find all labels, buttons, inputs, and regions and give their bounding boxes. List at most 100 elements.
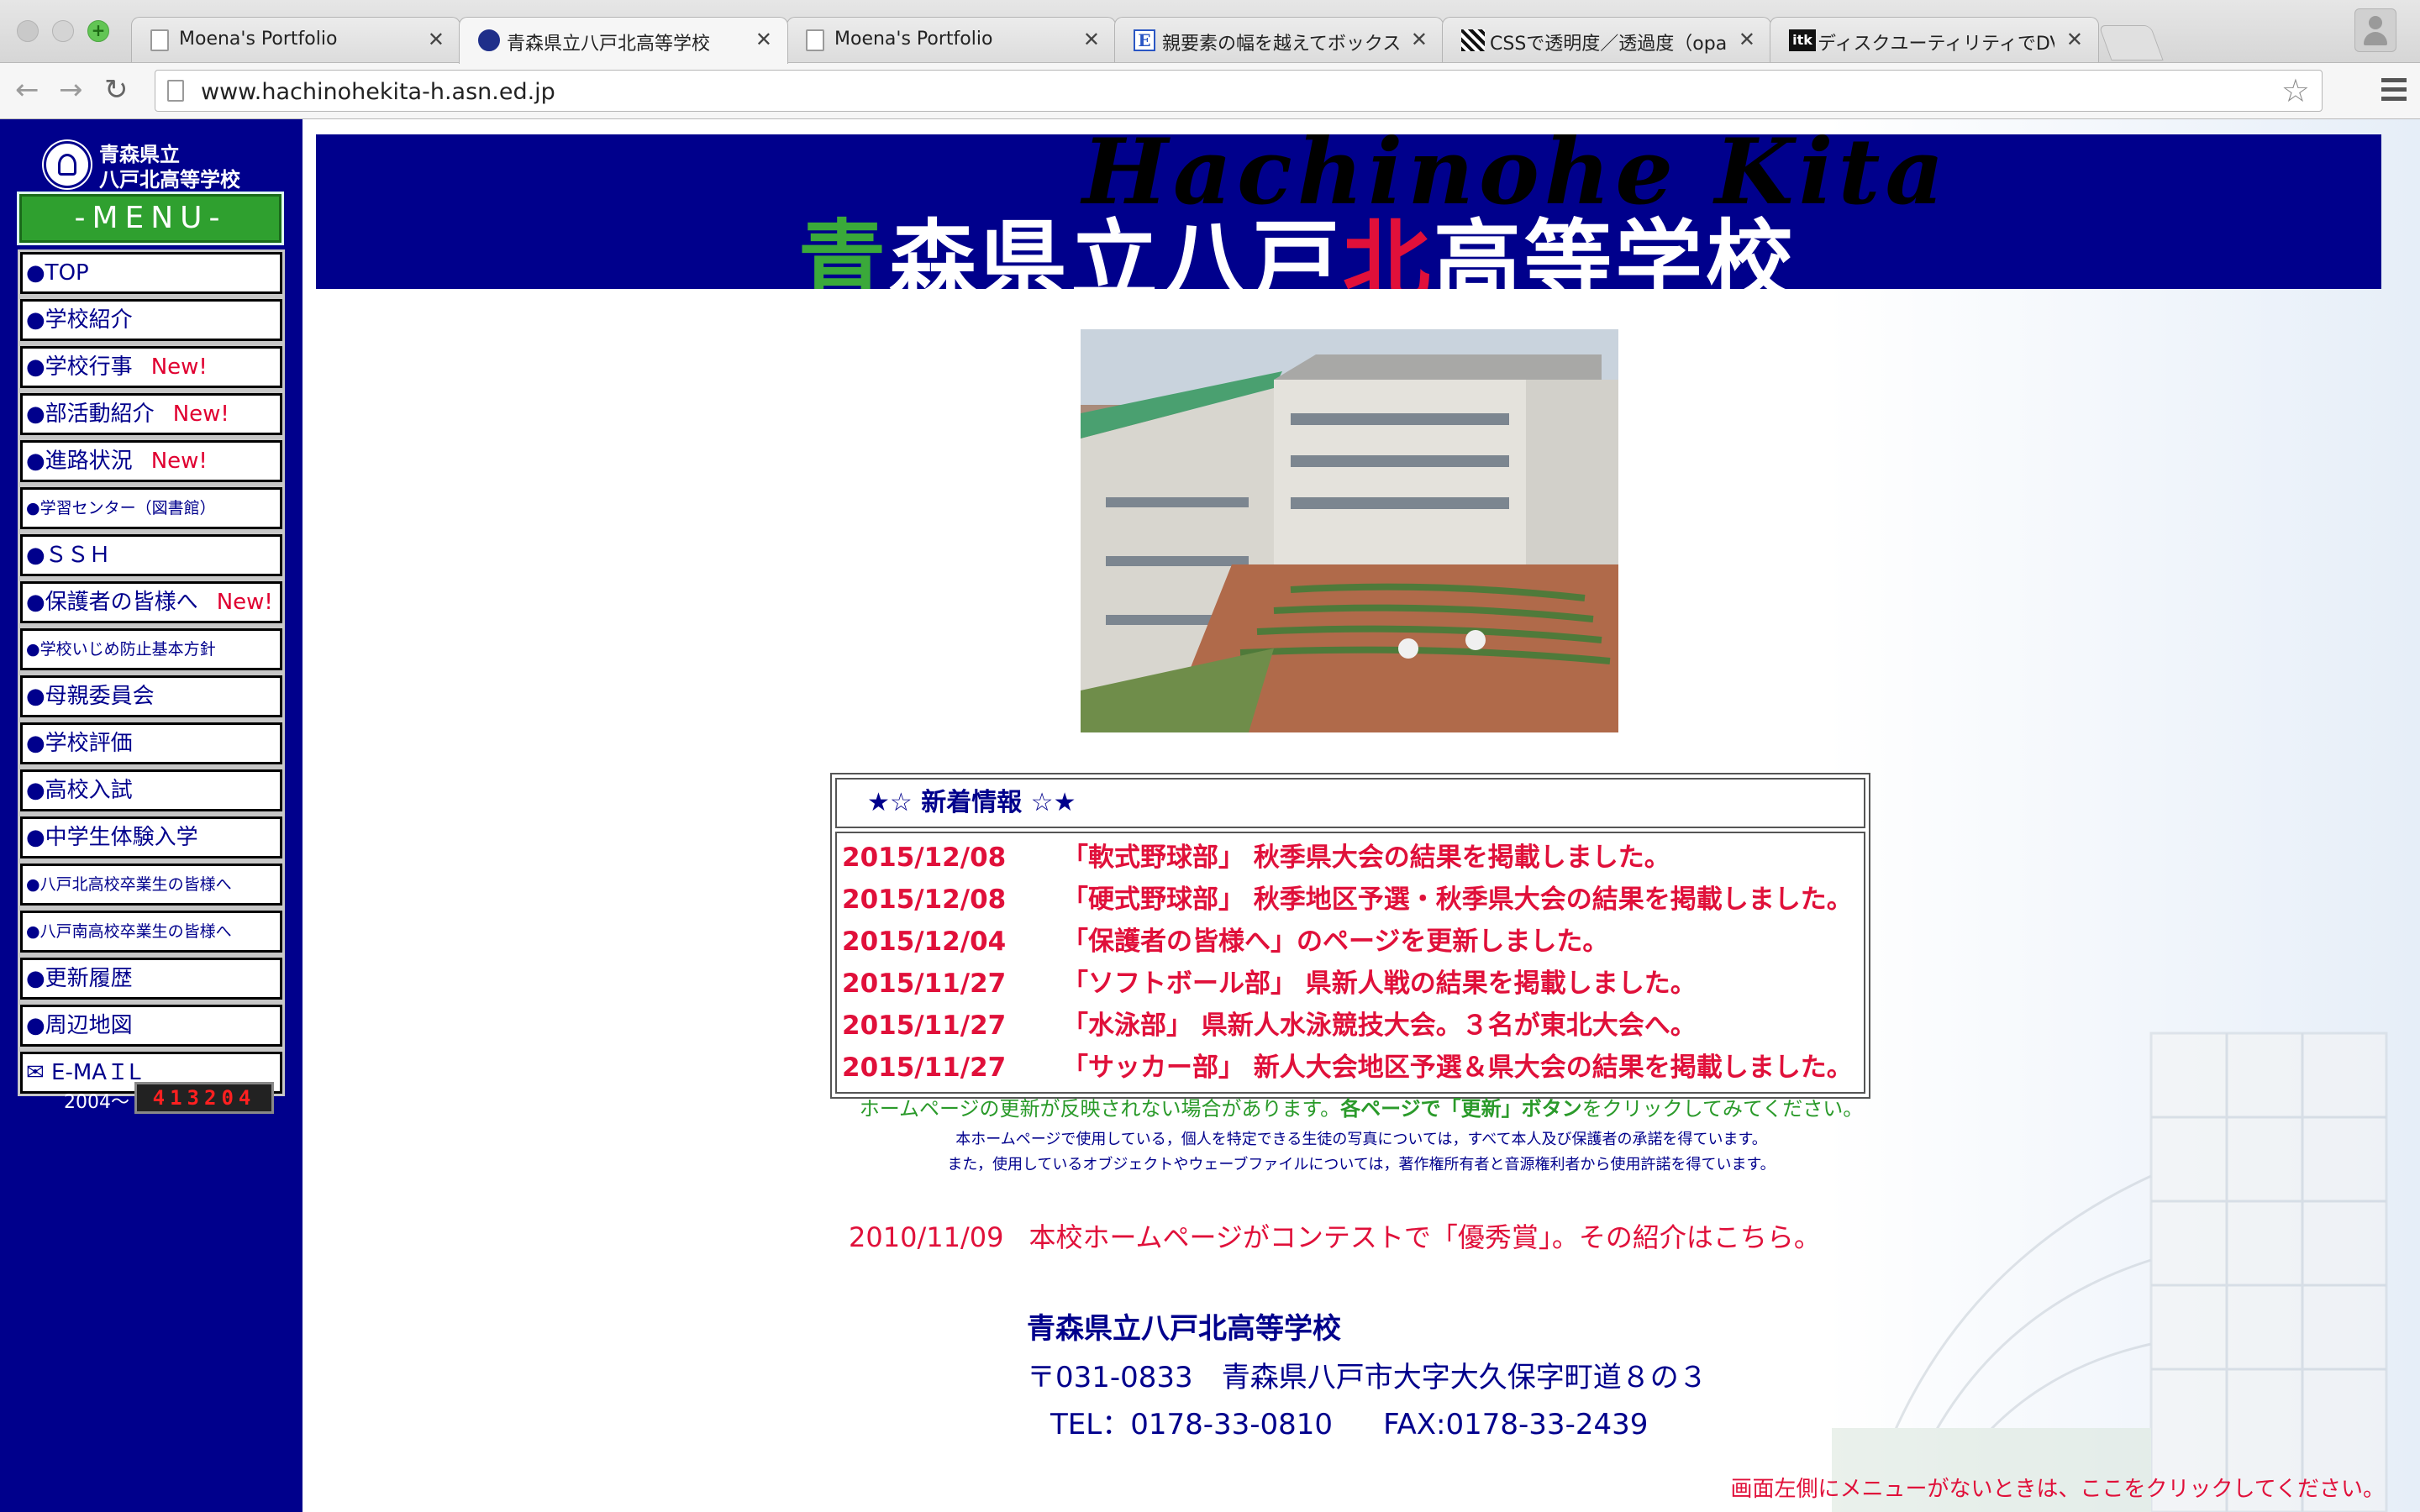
- page-icon: [167, 80, 184, 102]
- browser-toolbar: ← → ↻ www.hachinohekita-h.asn.ed.jp ☆: [0, 63, 2420, 119]
- forward-arrow-icon[interactable]: →: [59, 75, 83, 105]
- address-bar[interactable]: www.hachinohekita-h.asn.ed.jp ☆: [155, 70, 2323, 112]
- banner-title: 青森県立八戸北高等学校: [798, 190, 1797, 289]
- sidebar-menu-item[interactable]: ●八戸北高校卒業生の皆様へ: [18, 861, 285, 908]
- hamburger-menu-icon[interactable]: [2381, 78, 2407, 106]
- sidebar-menu-item-label: ●母親委員会: [26, 684, 155, 709]
- tab-title: Moena's Portfolio: [834, 29, 993, 50]
- browser-tab[interactable]: E 親要素の幅を越えてボックスの ✕: [1114, 17, 1444, 62]
- sidebar-menu-item-label: ●TOP: [26, 260, 89, 286]
- news-header: ★☆ 新着情報 ☆★: [835, 778, 1865, 828]
- profile-icon[interactable]: [2354, 8, 2396, 52]
- news-text: 「サッカー部」 新人大会地区予選＆県大会の結果を掲載しました。: [1062, 1053, 1853, 1083]
- sidebar-menu-item-label: ●学校評価: [26, 731, 133, 756]
- news-date: 2015/12/08: [842, 885, 1007, 915]
- news-text: 「硬式野球部」 秋季地区予選・秋季県大会の結果を掲載しました。: [1062, 885, 1853, 915]
- close-tab-icon[interactable]: ✕: [1739, 28, 1755, 51]
- tab-title: ディスクユーティリティでDVD: [1818, 34, 2054, 55]
- news-item[interactable]: 2015/12/04 「保護者の皆様へ」のページを更新しました。: [842, 921, 1859, 963]
- sidebar-menu-item-label: ●ＳＳＨ: [26, 543, 111, 568]
- sidebar-menu-item[interactable]: ●学校行事 New!: [18, 344, 285, 391]
- sidebar-menu-item[interactable]: ●部活動紹介 New!: [18, 391, 285, 438]
- browser-tab[interactable]: itk ディスクユーティリティでDVD ✕: [1770, 17, 2099, 62]
- browser-tab[interactable]: Moena's Portfolio ✕: [786, 17, 1116, 62]
- tab-title: CSSで透明度／透過度（opaci: [1490, 34, 1727, 55]
- school-seal-icon: [478, 29, 500, 51]
- new-badge: New!: [150, 354, 208, 380]
- main-content: Hachinohe Kita 青森県立八戸北高等学校 ★☆ 新着情報 ☆★ 20…: [302, 119, 2420, 1512]
- sidebar-menu-item[interactable]: ●学習センター（図書館）: [18, 485, 285, 532]
- sidebar-menu-item[interactable]: ●中学生体験入学: [18, 814, 285, 861]
- new-tab-button[interactable]: [2098, 25, 2164, 60]
- sidebar-menu-item[interactable]: ●更新履歴: [18, 955, 285, 1002]
- news-item[interactable]: 2015/11/27 「サッカー部」 新人大会地区予選＆県大会の結果を掲載しました…: [842, 1047, 1859, 1089]
- bookmark-star-icon[interactable]: ☆: [2281, 72, 2310, 109]
- sidebar-menu-item-label: ●八戸北高校卒業生の皆様へ: [26, 875, 232, 894]
- news-item[interactable]: 2015/12/08 「軟式野球部」 秋季県大会の結果を掲載しました。: [842, 837, 1859, 879]
- close-window-button[interactable]: [17, 20, 39, 42]
- sidebar-menu-item-label: ●部活動紹介: [26, 402, 155, 427]
- news-list: 2015/12/08 「軟式野球部」 秋季県大会の結果を掲載しました。 2015/1…: [835, 832, 1865, 1094]
- logo-line-2: 八戸北高等学校: [99, 168, 240, 192]
- sidebar-menu-item[interactable]: ●学校評価: [18, 720, 285, 767]
- document-icon: [150, 29, 169, 51]
- sidebar-menu-item[interactable]: ●高校入試: [18, 767, 285, 814]
- counter-label: 2004〜: [64, 1092, 129, 1113]
- itk-icon: itk: [1789, 29, 1816, 51]
- news-item[interactable]: 2015/11/27 「水泳部」 県新人水泳競技大会。３名が東北大会へ。: [842, 1005, 1859, 1047]
- award-text: 本校ホームページがコンテストで「優秀賞」。その紹介はこちら。: [1028, 1221, 1821, 1253]
- banner-title-green: 青: [798, 210, 890, 289]
- sidebar-menu-item[interactable]: ●母親委員会: [18, 673, 285, 720]
- minimize-window-button[interactable]: [52, 20, 74, 42]
- sidebar-menu-item-label: ●八戸南高校卒業生の皆様へ: [26, 922, 232, 941]
- address-school-name: 青森県立八戸北高等学校: [1027, 1312, 1341, 1346]
- browser-tab-active[interactable]: 青森県立八戸北高等学校 ✕: [459, 17, 788, 64]
- reload-icon[interactable]: ↻: [104, 75, 129, 105]
- browser-tab[interactable]: CSSで透明度／透過度（opaci ✕: [1442, 17, 1771, 62]
- banner-title-white-2: 高等学校: [1434, 210, 1797, 289]
- sidebar-menu-item[interactable]: ●八戸南高校卒業生の皆様へ: [18, 908, 285, 955]
- news-date: 2015/11/27: [842, 1011, 1007, 1041]
- sidebar-menu-item[interactable]: ●周辺地図: [18, 1002, 285, 1049]
- sidebar-menu-item-label: ●学校行事: [26, 354, 133, 380]
- sidebar-menu: ●TOP ●学校紹介 ●学校行事 New! ●部活動紹介 New! ●進路状況 New! ●学習…: [18, 249, 285, 1099]
- fullscreen-window-button[interactable]: +: [87, 20, 109, 42]
- address-postal: 〒031-0833 青森県八戸市大字大久保字町道８の３: [1027, 1361, 1707, 1394]
- news-text: 「水泳部」 県新人水泳競技大会。３名が東北大会へ。: [1062, 1011, 1697, 1041]
- close-tab-icon[interactable]: ✕: [2066, 28, 2083, 51]
- menu-fallback-link[interactable]: 画面左側にメニューがないときは、ここをクリックしてください。: [1731, 1472, 2385, 1503]
- close-tab-icon[interactable]: ✕: [428, 28, 445, 51]
- sidebar-menu-item[interactable]: ●学校紹介: [18, 297, 285, 344]
- sidebar-menu-item-label: ●更新履歴: [26, 966, 133, 991]
- award-link[interactable]: 2010/11/09 本校ホームページがコンテストで「優秀賞」。その紹介はこちら。: [849, 1216, 1821, 1255]
- sidebar-menu-item[interactable]: ●保護者の皆様へ New!: [18, 579, 285, 626]
- back-arrow-icon[interactable]: ←: [15, 75, 39, 105]
- tab-title: Moena's Portfolio: [179, 29, 338, 50]
- banner-title-red: 北: [1343, 210, 1434, 289]
- reload-notice: ホームページの更新が反映されない場合があります。各ページで「更新」ボタンをクリッ…: [302, 1092, 2420, 1121]
- sidebar-menu-item-label: ●周辺地図: [26, 1013, 133, 1038]
- address-contact: TEL：0178-33-0810 FAX:0178-33-2439: [1050, 1401, 1648, 1442]
- reload-notice-text-2: をクリックしてみてください。: [1581, 1097, 1864, 1121]
- news-item[interactable]: 2015/11/27 「ソフトボール部」 県新人戦の結果を掲載しました。: [842, 963, 1859, 1005]
- close-tab-icon[interactable]: ✕: [1083, 28, 1100, 51]
- menu-title: -MENU-: [17, 192, 284, 245]
- sidebar-menu-item[interactable]: ●進路状況 New!: [18, 438, 285, 485]
- building-illustration: [1832, 1032, 2388, 1512]
- news-date: 2015/11/27: [842, 969, 1007, 999]
- news-item[interactable]: 2015/12/08 「硬式野球部」 秋季地区予選・秋季県大会の結果を掲載しました…: [842, 879, 1859, 921]
- sidebar-menu-item[interactable]: ●ＳＳＨ: [18, 532, 285, 579]
- sidebar-menu-item[interactable]: ●学校いじめ防止基本方針: [18, 626, 285, 673]
- url-text[interactable]: www.hachinohekita-h.asn.ed.jp: [201, 79, 555, 105]
- counter-value: 413204: [134, 1082, 274, 1114]
- e-icon: E: [1134, 29, 1155, 51]
- tab-title: 親要素の幅を越えてボックスの: [1162, 34, 1399, 55]
- sidebar: 青森県立 八戸北高等学校 -MENU- ●TOP ●学校紹介 ●学校行事 New! ●部…: [0, 119, 302, 1512]
- sidebar-menu-item[interactable]: ●TOP: [18, 249, 285, 297]
- privacy-notice: 本ホームページで使用している，個人を特定できる生徒の写真については，すべて本人及…: [955, 1131, 1767, 1148]
- browser-tab[interactable]: Moena's Portfolio ✕: [131, 17, 460, 62]
- sidebar-menu-item-label: ●保護者の皆様へ: [26, 590, 198, 615]
- news-text: 「軟式野球部」 秋季県大会の結果を掲載しました。: [1062, 843, 1670, 873]
- close-tab-icon[interactable]: ✕: [755, 28, 772, 51]
- close-tab-icon[interactable]: ✕: [1411, 28, 1428, 51]
